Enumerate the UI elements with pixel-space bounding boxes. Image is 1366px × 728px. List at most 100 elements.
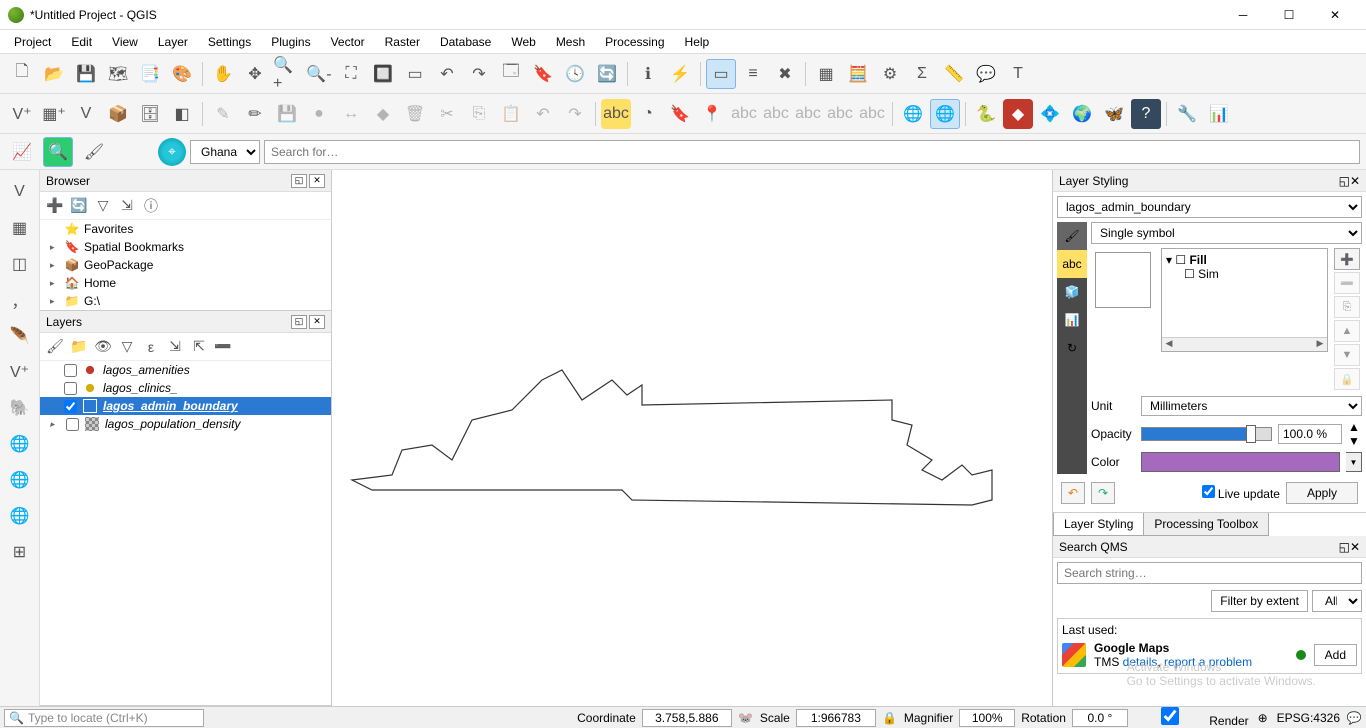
current-edits-icon[interactable]: ✎: [208, 99, 238, 129]
minimize-button[interactable]: ─: [1220, 0, 1266, 30]
add-csv-layer-icon[interactable]: ，: [5, 285, 35, 315]
measure-icon[interactable]: 📏: [939, 59, 969, 89]
unit-select[interactable]: Millimeters: [1141, 396, 1362, 416]
live-update-checkbox[interactable]: Live update: [1202, 485, 1280, 501]
layers-style-icon[interactable]: 🖌: [44, 336, 66, 358]
layer-checkbox[interactable]: [66, 418, 79, 431]
plugin1-icon[interactable]: ◆: [1003, 99, 1033, 129]
new-spatialite-icon[interactable]: 🗄: [135, 99, 165, 129]
crs-label[interactable]: EPSG:4326: [1277, 711, 1340, 725]
menu-plugins[interactable]: Plugins: [261, 31, 320, 53]
paste-icon[interactable]: 📋: [496, 99, 526, 129]
browser-filter-icon[interactable]: ▽: [92, 195, 114, 217]
pan-icon[interactable]: ✋: [208, 59, 238, 89]
magnifier-input[interactable]: [959, 709, 1015, 727]
zoom-layer-icon[interactable]: ▭: [400, 59, 430, 89]
new-project-icon[interactable]: 🗋: [7, 59, 37, 89]
save-edits-icon[interactable]: 💾: [272, 99, 302, 129]
zoom-full-icon[interactable]: ⛶: [336, 59, 366, 89]
redo-icon[interactable]: ↷: [560, 99, 590, 129]
opacity-input[interactable]: [1278, 424, 1342, 444]
coordinate-input[interactable]: [642, 709, 732, 727]
menu-raster[interactable]: Raster: [375, 31, 430, 53]
deselect-icon[interactable]: ✖: [770, 59, 800, 89]
qms-add-button[interactable]: Add: [1314, 644, 1357, 666]
layer-checkbox[interactable]: [64, 400, 77, 413]
toolbox-icon[interactable]: ⚙: [875, 59, 905, 89]
action-icon[interactable]: ⚡: [665, 59, 695, 89]
menu-processing[interactable]: Processing: [595, 31, 674, 53]
tab-layer-styling[interactable]: Layer Styling: [1053, 513, 1144, 536]
qms-undock-button[interactable]: ◱: [1339, 540, 1350, 554]
zoom-last-icon[interactable]: ↶: [432, 59, 462, 89]
layers-tree[interactable]: lagos_amenities lagos_clinics_ lagos_adm…: [40, 361, 331, 705]
lock-button[interactable]: 🔒: [1334, 368, 1360, 390]
menu-view[interactable]: View: [102, 31, 148, 53]
undo-style-button[interactable]: ↶: [1061, 482, 1085, 504]
duplicate-symbol-layer-button[interactable]: ⎘: [1334, 296, 1360, 318]
opacity-spin-up[interactable]: ▲: [1348, 420, 1362, 434]
renderer-select[interactable]: Single symbol: [1091, 222, 1362, 244]
add-raster-icon[interactable]: ▦⁺: [39, 99, 69, 129]
label-show-icon[interactable]: abc: [729, 99, 759, 129]
add-wms-icon[interactable]: 🌐: [5, 429, 35, 459]
qms-filter-extent-button[interactable]: Filter by extent: [1211, 590, 1308, 612]
layer-checkbox[interactable]: [64, 364, 77, 377]
symbol-preview[interactable]: [1095, 252, 1151, 308]
menu-web[interactable]: Web: [501, 31, 545, 53]
qms-filter-type-select[interactable]: All: [1312, 590, 1362, 612]
render-checkbox[interactable]: Render: [1134, 707, 1249, 728]
maximize-button[interactable]: ☐: [1266, 0, 1312, 30]
redo-style-button[interactable]: ↷: [1091, 482, 1115, 504]
cut-icon[interactable]: ✂: [432, 99, 462, 129]
layers-remove-icon[interactable]: ➖: [212, 336, 234, 358]
layers-expand-icon[interactable]: ⇲: [164, 336, 186, 358]
qms-details-link[interactable]: details: [1123, 655, 1158, 669]
styling-close-button[interactable]: ✕: [1350, 174, 1360, 188]
node-tool-icon[interactable]: ◆: [368, 99, 398, 129]
label-rotate-icon[interactable]: abc: [793, 99, 823, 129]
layers-undock-button[interactable]: ◱: [291, 315, 307, 329]
messages-icon[interactable]: 💬: [1346, 710, 1362, 726]
plugin6-icon[interactable]: 📊: [1204, 99, 1234, 129]
add-vector-layer-icon[interactable]: V: [5, 177, 35, 207]
qms-search-icon[interactable]: 🔍: [43, 137, 73, 167]
menu-layer[interactable]: Layer: [148, 31, 198, 53]
temporal-icon[interactable]: 🕓: [560, 59, 590, 89]
select-by-value-icon[interactable]: ≡: [738, 59, 768, 89]
browser-close-button[interactable]: ✕: [309, 174, 325, 188]
add-postgis-icon[interactable]: 🐘: [5, 393, 35, 423]
diagrams-tab-icon[interactable]: 📊: [1057, 306, 1087, 334]
add-xyz-icon[interactable]: ⊞: [5, 537, 35, 567]
new-virtual-icon[interactable]: ◧: [167, 99, 197, 129]
style-manager-icon[interactable]: 🎨: [167, 59, 197, 89]
label-tool-icon[interactable]: abc: [601, 99, 631, 129]
rotation-input[interactable]: [1072, 709, 1128, 727]
toggle-editing-icon[interactable]: ✏: [240, 99, 270, 129]
refresh-icon[interactable]: 🔄: [592, 59, 622, 89]
symbol-tree-scrollbar[interactable]: ◀▶: [1162, 337, 1327, 351]
plugin3-icon[interactable]: 🌍: [1067, 99, 1097, 129]
text-annotation-icon[interactable]: T: [1003, 59, 1033, 89]
new-print-layout-icon[interactable]: 🗺: [103, 59, 133, 89]
field-calc-icon[interactable]: 🧮: [843, 59, 873, 89]
map-canvas[interactable]: [332, 170, 1052, 706]
scale-input[interactable]: [796, 709, 876, 727]
quickosm-icon[interactable]: 🌐: [930, 99, 960, 129]
zoom-in-icon[interactable]: 🔍+: [272, 59, 302, 89]
chart-icon[interactable]: 📈: [7, 137, 37, 167]
tab-processing-toolbox[interactable]: Processing Toolbox: [1143, 513, 1269, 536]
browser-refresh-icon[interactable]: 🔄: [68, 195, 90, 217]
menu-database[interactable]: Database: [430, 31, 501, 53]
toggle-extents-icon[interactable]: 🐭: [738, 710, 754, 726]
styling-layer-select[interactable]: lagos_admin_boundary: [1057, 196, 1362, 218]
add-raster-layer-icon[interactable]: ▦: [5, 213, 35, 243]
menu-settings[interactable]: Settings: [198, 31, 261, 53]
symbology-tab-icon[interactable]: 🖌: [1057, 222, 1087, 250]
color-dropdown-icon[interactable]: ▼: [1346, 452, 1362, 472]
copy-icon[interactable]: ⎘: [464, 99, 494, 129]
osm-download-icon[interactable]: 🌐: [898, 99, 928, 129]
label-move-icon[interactable]: abc: [761, 99, 791, 129]
add-symbol-layer-button[interactable]: ➕: [1334, 248, 1360, 270]
label-highlight-icon[interactable]: 🔖: [665, 99, 695, 129]
